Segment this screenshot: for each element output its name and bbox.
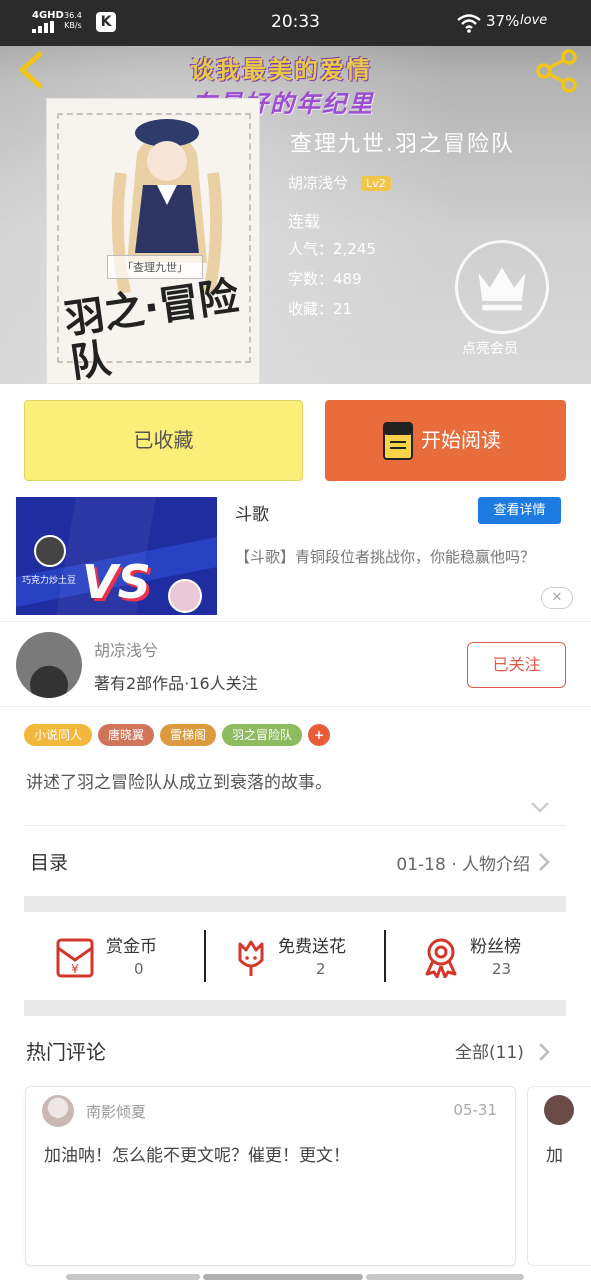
author-name[interactable]: 胡凉浅兮 (94, 637, 158, 661)
comment-date: 05-31 (453, 1101, 497, 1119)
ad-detail-button[interactable]: 查看详情 (478, 497, 561, 524)
hot-comments-title: 热门评论 (26, 1040, 106, 1064)
follow-button[interactable]: 已关注 (467, 642, 566, 688)
stat-label: 粉丝榜 (470, 937, 521, 957)
word-count-stat: 字数：489 (288, 270, 362, 288)
header-author-row[interactable]: 胡凉浅兮 Lv2 (288, 172, 391, 193)
stat-value: 0 (134, 960, 144, 978)
start-reading-label: 开始阅读 (421, 428, 501, 452)
comment-username[interactable]: 南影倾夏 (86, 1101, 146, 1122)
tag-pill[interactable]: 羽之冒险队 (222, 724, 303, 746)
carousel-indicator (66, 1274, 200, 1280)
status-bar: 4GHD 36.4 KB/s K 20:33 37% love (0, 0, 591, 46)
book-icon (383, 422, 413, 460)
ad-player-name: 巧克力炒土豆 (22, 576, 77, 586)
section-separator (24, 1000, 566, 1016)
vip-label[interactable]: 点亮会员 (462, 338, 518, 358)
serial-status: 连载 (288, 212, 321, 231)
book-title: 查理九世.羽之冒险队 (290, 132, 515, 157)
comment-text: 加油呐！怎么能不更文呢？催更！更文！ (44, 1146, 350, 1166)
carousel-indicator-active (203, 1274, 363, 1280)
comment-avatar[interactable] (42, 1095, 74, 1127)
tag-pill[interactable]: 小说同人 (24, 724, 93, 746)
tag-list: 小说同人 唐晓翼 雷梯阁 羽之冒险队 + (24, 724, 336, 746)
ad-player-avatar-2 (168, 579, 202, 613)
promo-banner-line1: 谈我最美的爱情 (190, 56, 372, 84)
book-cover[interactable]: 「查理九世」 羽之·冒险队 (46, 98, 260, 384)
author-level-badge: Lv2 (361, 176, 391, 191)
comment-card[interactable]: 南影倾夏 05-31 加油呐！怎么能不更文呢？催更！更文！ (25, 1086, 516, 1266)
header-author-name: 胡凉浅兮 (288, 174, 349, 192)
flower-icon (238, 940, 264, 976)
stat-reward-coins[interactable]: ¥ 赏金币 0 (54, 912, 204, 1000)
reward-stats-bar: ¥ 赏金币 0 免费送花 2 粉丝榜 23 (24, 912, 566, 1000)
add-tag-button[interactable]: + (308, 724, 331, 746)
stat-fan-ranking[interactable]: 粉丝榜 23 (420, 912, 566, 1000)
book-detail-page: 4GHD 36.4 KB/s K 20:33 37% love 谈我最美的爱情 … (0, 0, 591, 1280)
stat-value: 23 (492, 960, 512, 978)
tag-pill[interactable]: 雷梯阁 (160, 724, 217, 746)
stat-label: 赏金币 (106, 937, 157, 957)
table-of-contents-row[interactable]: 目录 01-18 · 人物介绍 (24, 826, 566, 896)
ad-description[interactable]: 【斗歌】青铜段位者挑战你，你能稳赢他吗？ (235, 545, 565, 569)
wifi-icon (457, 14, 481, 33)
ad-title[interactable]: 斗歌 (235, 500, 269, 525)
share-button[interactable] (534, 48, 580, 94)
vip-crown-icon[interactable] (455, 240, 549, 334)
ad-close-icon[interactable]: ✕ (541, 587, 573, 609)
stat-value: 2 (316, 960, 326, 978)
svg-text:¥: ¥ (71, 962, 79, 976)
tag-pill[interactable]: 唐晓翼 (98, 724, 155, 746)
status-decoration: love (520, 13, 548, 28)
stat-divider (384, 930, 386, 982)
book-summary: 讲述了羽之冒险队从成立到衰落的故事。 (26, 773, 332, 793)
all-comments-link[interactable]: 全部(11) (455, 1038, 524, 1063)
favorite-button[interactable]: 已收藏 (24, 400, 303, 481)
stat-free-flowers[interactable]: 免费送花 2 (230, 912, 380, 1000)
chevron-right-icon[interactable] (538, 1042, 550, 1062)
toc-label: 目录 (30, 852, 69, 874)
latest-chapter: 01-18 · 人物介绍 (396, 855, 530, 875)
section-separator (24, 896, 566, 912)
comment-avatar[interactable] (544, 1095, 574, 1125)
expand-chevron-icon[interactable] (530, 800, 550, 814)
battery-level: 37% (486, 12, 520, 30)
ad-player-avatar-1 (34, 535, 66, 567)
cover-tag: 「查理九世」 (107, 255, 203, 279)
ribbon-medal-icon (425, 938, 457, 978)
start-reading-button[interactable]: 开始阅读 (325, 400, 566, 481)
author-avatar[interactable] (16, 632, 82, 698)
carousel-indicator (366, 1274, 524, 1280)
red-envelope-icon: ¥ (56, 938, 94, 978)
comment-text: 加 (546, 1146, 563, 1166)
popularity-stat: 人气：2,245 (288, 240, 376, 258)
back-button[interactable] (14, 50, 50, 90)
favorites-stat: 收藏：21 (288, 300, 353, 318)
chevron-right-icon (539, 853, 550, 871)
book-header: 4GHD 36.4 KB/s K 20:33 37% love 谈我最美的爱情 … (0, 0, 591, 384)
divider (0, 621, 591, 622)
stat-label: 免费送花 (278, 937, 346, 957)
author-works-summary: 著有2部作品·16人关注 (94, 674, 258, 693)
divider (0, 706, 591, 707)
stat-divider (204, 930, 206, 982)
ad-image[interactable]: 巧克力炒土豆 VS (16, 497, 217, 615)
ad-vs-text: VS (82, 555, 151, 609)
comment-card[interactable]: 加 (527, 1086, 591, 1266)
